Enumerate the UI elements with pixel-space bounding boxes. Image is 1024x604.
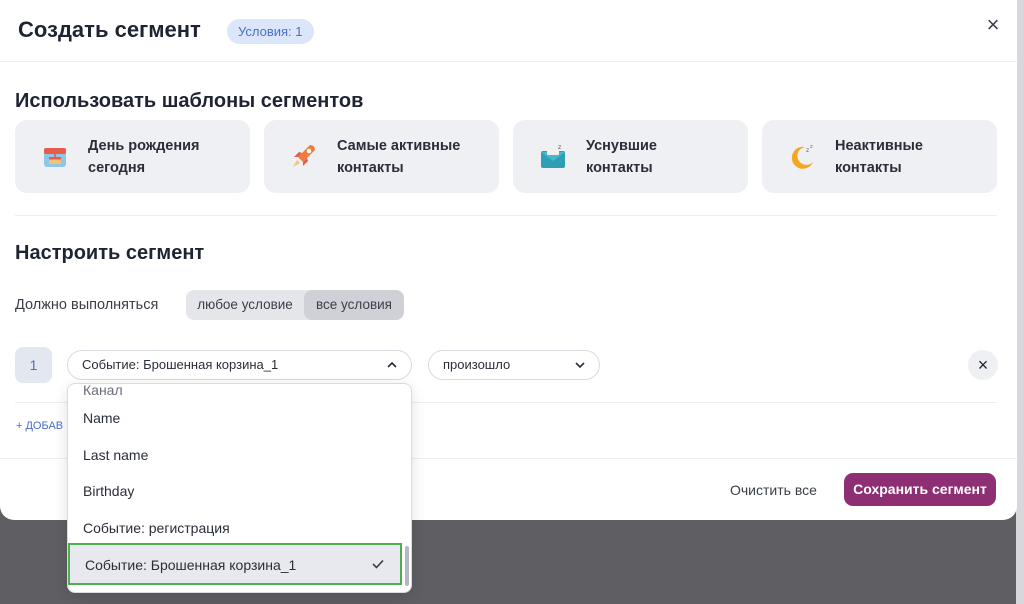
dropdown-item[interactable]: Name bbox=[68, 400, 411, 436]
dropdown-item-selected[interactable]: Событие: Брошенная корзина_1 bbox=[68, 543, 402, 585]
occurrence-select-value: произошло bbox=[443, 357, 511, 372]
toggle-all-conditions[interactable]: все условия bbox=[304, 290, 404, 320]
event-dropdown-menu: Канал Name Last name Birthday Событие: р… bbox=[67, 383, 412, 593]
template-label: День рождения сегодня bbox=[88, 138, 200, 176]
remove-condition-icon[interactable]: × bbox=[968, 350, 998, 380]
template-card-sleeping[interactable]: z Уснувшие контакты bbox=[513, 120, 748, 193]
match-mode-toggle: любое условие все условия bbox=[186, 290, 404, 320]
dropdown-item-label: Событие: Брошенная корзина_1 bbox=[85, 557, 297, 573]
section-divider bbox=[15, 215, 997, 216]
modal-title: Создать сегмент bbox=[18, 17, 201, 42]
dropdown-item[interactable]: Last name bbox=[68, 437, 411, 473]
chevron-up-icon bbox=[387, 361, 397, 368]
rocket-icon bbox=[293, 145, 315, 167]
backdrop-scroll-strip bbox=[1016, 0, 1024, 604]
sleeping-envelope-icon: z bbox=[541, 144, 565, 168]
must-match-label: Должно выполняться bbox=[15, 297, 159, 313]
condition-number: 1 bbox=[15, 347, 52, 383]
template-label: Уснувшие контакты bbox=[586, 138, 657, 176]
close-icon[interactable]: × bbox=[982, 14, 1004, 36]
add-condition-link[interactable]: + ДОБАВ bbox=[16, 420, 63, 432]
toggle-any-condition[interactable]: любое условие bbox=[186, 290, 304, 320]
template-card-active[interactable]: Самые активные контакты bbox=[264, 120, 499, 193]
svg-text:z: z bbox=[558, 144, 561, 151]
svg-text:z: z bbox=[806, 147, 809, 154]
dropdown-scrollbar[interactable] bbox=[405, 546, 409, 586]
checkmark-icon bbox=[372, 559, 384, 569]
dropdown-item[interactable]: Событие: регистрация bbox=[68, 510, 411, 546]
svg-text:z: z bbox=[810, 144, 813, 150]
event-select[interactable]: Событие: Брошенная корзина_1 bbox=[67, 350, 412, 380]
occurrence-select[interactable]: произошло bbox=[428, 350, 600, 380]
modal-header: Создать сегмент Условия: 1 × bbox=[0, 0, 1017, 62]
templates-section-title: Использовать шаблоны сегментов bbox=[15, 90, 364, 112]
template-label: Самые активные контакты bbox=[337, 138, 461, 176]
dropdown-item[interactable]: Birthday bbox=[68, 473, 411, 509]
configure-section-title: Настроить сегмент bbox=[15, 242, 205, 264]
conditions-count-badge: Условия: 1 bbox=[227, 19, 314, 44]
birthday-cake-icon bbox=[44, 148, 66, 167]
clear-all-button[interactable]: Очистить все bbox=[730, 482, 817, 498]
template-card-inactive[interactable]: z z Неактивные контакты bbox=[762, 120, 997, 193]
template-label: Неактивные контакты bbox=[835, 138, 923, 176]
chevron-down-icon bbox=[575, 362, 585, 369]
event-select-value: Событие: Брошенная корзина_1 bbox=[82, 357, 279, 372]
template-card-birthday[interactable]: День рождения сегодня bbox=[15, 120, 250, 193]
save-segment-button[interactable]: Сохранить сегмент bbox=[844, 473, 996, 506]
moon-icon: z z bbox=[791, 144, 813, 169]
